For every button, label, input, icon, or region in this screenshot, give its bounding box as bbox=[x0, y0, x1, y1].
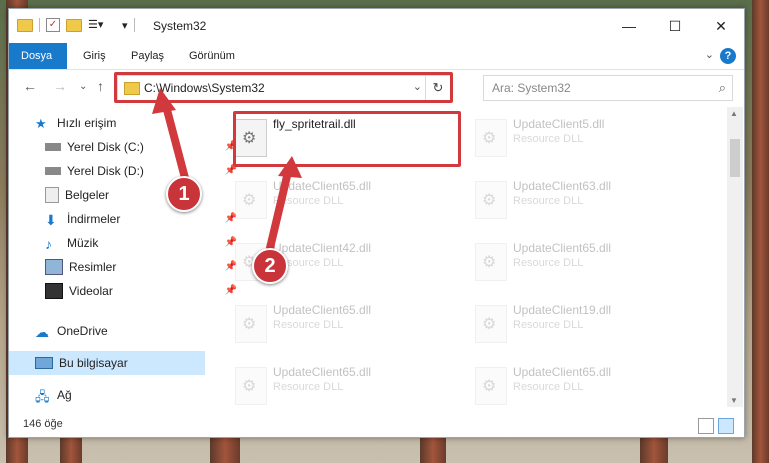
callout-1: 1 bbox=[166, 176, 202, 212]
callout-2: 2 bbox=[252, 248, 288, 284]
annotation-arrows bbox=[152, 88, 302, 252]
